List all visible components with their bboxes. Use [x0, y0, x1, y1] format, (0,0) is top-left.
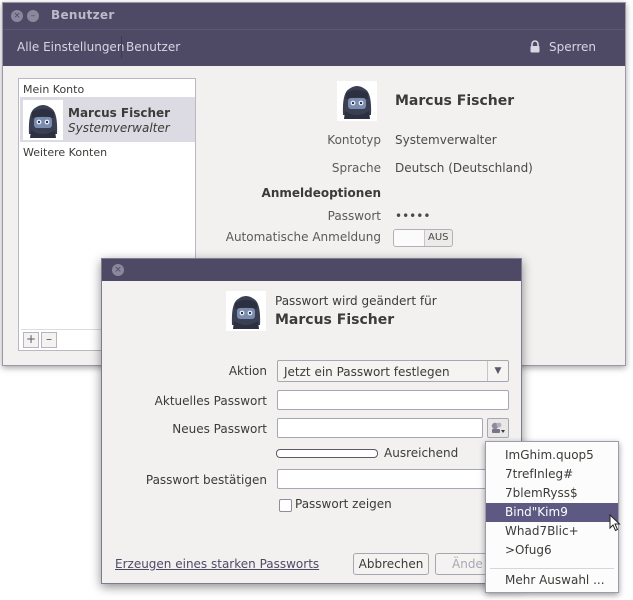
- toggle-knob: [394, 230, 425, 246]
- my-account-heading: Mein Konto: [23, 83, 85, 96]
- menu-item-suggestion[interactable]: Whad7Blic+: [486, 522, 618, 541]
- window-titlebar[interactable]: × – Benutzer: [3, 3, 625, 29]
- show-password-label[interactable]: Passwort zeigen: [295, 497, 392, 511]
- profile-name[interactable]: Marcus Fischer: [395, 93, 514, 109]
- dialog-close-button[interactable]: ×: [112, 264, 124, 276]
- auto-login-toggle[interactable]: AUS: [393, 229, 453, 247]
- lock-icon: [529, 40, 541, 56]
- password-value[interactable]: •••••: [395, 209, 430, 223]
- action-label: Aktion: [228, 364, 267, 378]
- new-password-label: Neues Passwort: [172, 422, 267, 436]
- current-password-label: Aktuelles Passwort: [154, 394, 267, 408]
- menu-item-suggestion[interactable]: 7trefInleg#: [486, 465, 618, 484]
- dialog-titlebar[interactable]: ×: [102, 259, 521, 281]
- password-generator-icon: [488, 422, 508, 440]
- password-label: Passwort: [327, 209, 381, 223]
- show-password-checkbox[interactable]: [279, 499, 292, 512]
- dialog-header-text: Passwort wird geändert für: [275, 294, 437, 308]
- new-password-input[interactable]: [277, 418, 483, 438]
- lock-button[interactable]: Sperren: [525, 34, 615, 60]
- generate-strong-password-link[interactable]: Erzeugen eines starken Passworts: [115, 557, 319, 571]
- menu-item-more-options[interactable]: Mehr Auswahl ...: [486, 571, 618, 590]
- account-type-value[interactable]: Systemverwalter: [395, 133, 497, 147]
- other-accounts-heading: Weitere Konten: [23, 146, 108, 159]
- breadcrumb-users[interactable]: Benutzer: [126, 40, 180, 54]
- password-suggestions-menu: ImGhim.quop5 7trefInleg# 7blemRyss$ Bind…: [485, 441, 619, 593]
- window-close-button[interactable]: ×: [11, 10, 23, 22]
- window-minimize-button[interactable]: –: [27, 10, 39, 22]
- avatar: [23, 100, 63, 140]
- language-label: Sprache: [331, 161, 381, 175]
- action-combobox[interactable]: Jetzt ein Passwort festlegen ▼: [277, 360, 509, 382]
- current-password-input[interactable]: [277, 390, 509, 410]
- password-strength-bar: [276, 449, 378, 458]
- password-strength-text: Ausreichend: [384, 446, 459, 460]
- sidebar-item-current-user[interactable]: Marcus Fischer Systemverwalter: [20, 97, 195, 142]
- mouse-cursor-icon: [609, 513, 621, 535]
- language-value[interactable]: Deutsch (Deutschland): [395, 161, 533, 175]
- account-type-label: Kontotyp: [327, 133, 381, 147]
- sidebar-user-role: Systemverwalter: [68, 121, 170, 135]
- confirm-password-label: Passwort bestätigen: [145, 473, 267, 487]
- auto-login-label: Automatische Anmeldung: [225, 230, 381, 244]
- menu-item-suggestion[interactable]: ImGhim.quop5: [486, 446, 618, 465]
- sidebar-user-name: Marcus Fischer: [68, 106, 171, 120]
- generate-password-button[interactable]: [487, 418, 509, 438]
- dialog-avatar: [226, 291, 266, 331]
- breadcrumb-all-settings[interactable]: Alle Einstellungen: [17, 40, 124, 54]
- menu-item-suggestion-selected[interactable]: Bind"Kim9: [486, 503, 618, 522]
- login-options-heading: Anmeldeoptionen: [261, 186, 381, 200]
- menu-item-suggestion[interactable]: >Ofug6: [486, 541, 618, 560]
- toolbar: Alle Einstellungen Benutzer Sperren: [3, 29, 625, 66]
- change-password-dialog: × Passwort wird geändert für Marcus Fisc…: [101, 258, 522, 584]
- profile-avatar[interactable]: [337, 81, 377, 121]
- toggle-state: AUS: [428, 232, 449, 243]
- dialog-user-name: Marcus Fischer: [275, 312, 395, 328]
- menu-item-suggestion[interactable]: 7blemRyss$: [486, 484, 618, 503]
- cancel-button[interactable]: Abbrechen: [353, 553, 429, 575]
- menu-separator: [490, 568, 614, 569]
- window-title: Benutzer: [51, 8, 115, 22]
- remove-user-button[interactable]: –: [41, 332, 57, 348]
- breadcrumb-separator: [121, 36, 122, 58]
- chevron-down-icon: ▼: [487, 361, 508, 381]
- lock-label: Sperren: [549, 40, 596, 54]
- confirm-password-input[interactable]: [277, 469, 509, 489]
- action-value: Jetzt ein Passwort festlegen: [284, 365, 450, 379]
- add-user-button[interactable]: +: [23, 332, 39, 348]
